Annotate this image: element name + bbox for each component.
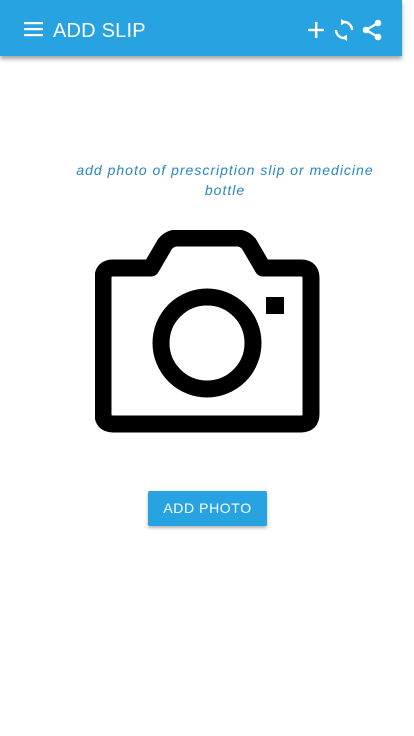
menu-icon[interactable] (24, 21, 44, 37)
plus-icon (308, 22, 324, 38)
page-title: ADD SLIP (53, 20, 146, 42)
camera-icon[interactable] (95, 230, 320, 433)
add-photo-button[interactable]: ADD PHOTO (148, 491, 267, 526)
refresh-icon (334, 19, 354, 41)
add-button[interactable] (305, 19, 327, 41)
refresh-button[interactable] (333, 19, 355, 41)
share-icon (362, 19, 382, 41)
app-bar: ADD SLIP (0, 0, 402, 56)
instruction-text: add photo of prescription slip or medici… (76, 162, 374, 198)
share-button[interactable] (361, 19, 383, 41)
